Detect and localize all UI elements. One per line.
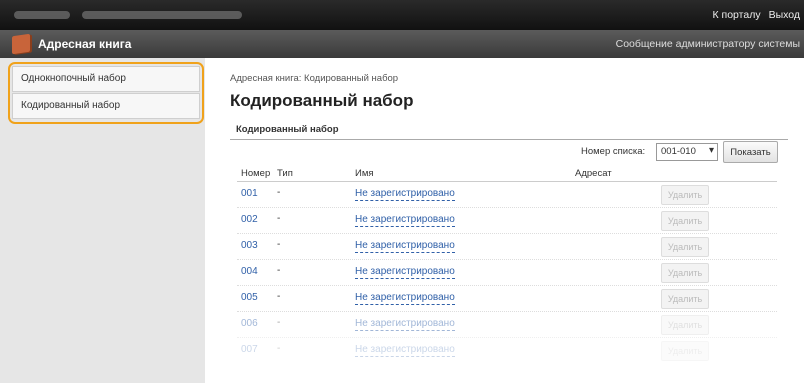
blurred-device-info [82, 11, 242, 19]
logout-link[interactable]: Выход [769, 9, 800, 21]
delete-button[interactable]: Удалить [661, 315, 709, 335]
delete-button[interactable]: Удалить [661, 211, 709, 231]
sidebar-highlight-frame [8, 62, 204, 124]
entry-type: - [277, 343, 281, 354]
entry-number[interactable]: 002 [241, 214, 258, 225]
show-button[interactable]: Показать [723, 141, 778, 163]
delete-button[interactable]: Удалить [661, 263, 709, 283]
entry-name-link[interactable]: Не зарегистрировано [355, 292, 455, 305]
entry-number[interactable]: 007 [241, 344, 258, 355]
column-header-type: Тип [277, 168, 293, 179]
table-row: 002 - Не зарегистрировано Удалить [205, 208, 804, 234]
app-title: Адресная книга [38, 37, 132, 51]
to-portal-link[interactable]: К порталу [713, 9, 761, 21]
entry-name-link[interactable]: Не зарегистрировано [355, 240, 455, 253]
delete-button[interactable]: Удалить [661, 237, 709, 257]
entry-number[interactable]: 003 [241, 240, 258, 251]
entry-name-link[interactable]: Не зарегистрировано [355, 344, 455, 357]
entry-name-link[interactable]: Не зарегистрировано [355, 318, 455, 331]
title-bar: Адресная книга Сообщение администратору … [0, 30, 804, 58]
top-links: К порталу Выход [705, 9, 801, 21]
list-number-value: 001-010 [661, 146, 696, 157]
delete-button[interactable]: Удалить [661, 185, 709, 205]
column-header-destination: Адресат [575, 168, 612, 179]
entry-number[interactable]: 005 [241, 292, 258, 303]
table-row: 006 - Не зарегистрировано Удалить [205, 312, 804, 338]
admin-message-link[interactable]: Сообщение администратору системы [616, 38, 800, 50]
section-title: Кодированный набор [230, 120, 788, 140]
entry-number[interactable]: 001 [241, 188, 258, 199]
entry-type: - [277, 317, 281, 328]
entry-name-link[interactable]: Не зарегистрировано [355, 188, 455, 201]
blurred-user-info [14, 11, 70, 19]
entry-type: - [277, 265, 281, 276]
chevron-down-icon: ▾ [708, 145, 714, 156]
table-row: 004 - Не зарегистрировано Удалить [205, 260, 804, 286]
entry-number[interactable]: 006 [241, 318, 258, 329]
main-content: Адресная книга: Кодированный набор Кодир… [205, 58, 804, 383]
entry-type: - [277, 239, 281, 250]
column-header-name: Имя [355, 168, 374, 179]
table-row: 005 - Не зарегистрировано Удалить [205, 286, 804, 312]
entry-type: - [277, 213, 281, 224]
delete-button[interactable]: Удалить [661, 341, 709, 361]
entry-number[interactable]: 004 [241, 266, 258, 277]
top-bar: К порталу Выход [0, 0, 804, 30]
delete-button[interactable]: Удалить [661, 289, 709, 309]
list-number-label: Номер списка: [581, 146, 646, 157]
breadcrumb: Адресная книга: Кодированный набор [230, 73, 399, 84]
table-row: 007 - Не зарегистрировано Удалить [205, 338, 804, 364]
page-title: Кодированный набор [230, 91, 414, 110]
column-header-number: Номер [241, 168, 271, 179]
entry-type: - [277, 291, 281, 302]
table-row: 001 - Не зарегистрировано Удалить [205, 182, 804, 208]
entry-name-link[interactable]: Не зарегистрировано [355, 266, 455, 279]
entry-type: - [277, 187, 281, 198]
address-book-icon [12, 33, 30, 55]
list-number-select[interactable]: 001-010 ▾ [656, 143, 718, 161]
table-row: 003 - Не зарегистрировано Удалить [205, 234, 804, 260]
entry-name-link[interactable]: Не зарегистрировано [355, 214, 455, 227]
